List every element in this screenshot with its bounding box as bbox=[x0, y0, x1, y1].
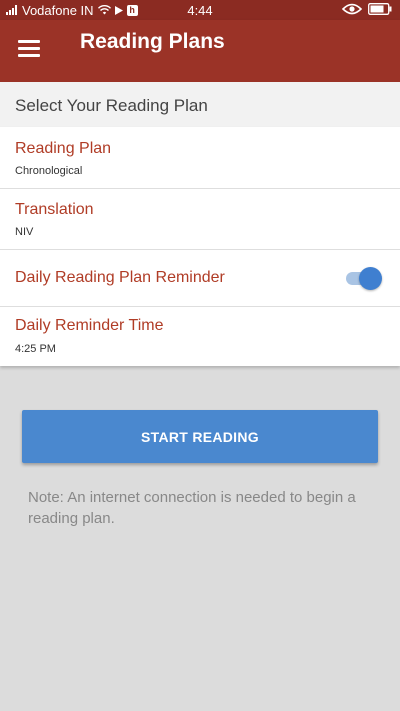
status-right bbox=[341, 0, 392, 20]
translation-label: Translation bbox=[15, 201, 94, 218]
carrier-name: Vodafone IN bbox=[22, 2, 94, 18]
reading-plan-label: Reading Plan bbox=[15, 140, 112, 157]
reminder-time-value: 4:25 PM bbox=[15, 343, 56, 355]
translation-value: NIV bbox=[15, 226, 34, 238]
status-left: Vodafone IN h bbox=[6, 3, 176, 18]
reminder-toggle[interactable] bbox=[344, 266, 382, 290]
reminder-time-row[interactable]: Daily Reminder Time 4:25 PM bbox=[0, 307, 400, 366]
wifi-icon bbox=[97, 3, 111, 18]
start-reading-button[interactable]: START READING bbox=[22, 410, 378, 463]
app-badge-icon: h bbox=[126, 4, 138, 16]
settings-list: Reading Plan Chronological Translation N… bbox=[0, 127, 400, 366]
reminder-time-label: Daily Reminder Time bbox=[15, 317, 164, 334]
eye-icon bbox=[341, 3, 363, 18]
reminder-label: Daily Reading Plan Reminder bbox=[15, 269, 225, 286]
reading-plan-value: Chronological bbox=[15, 165, 83, 177]
hamburger-menu-icon[interactable] bbox=[18, 40, 42, 60]
reminder-row: Daily Reading Plan Reminder bbox=[0, 250, 400, 307]
battery-icon bbox=[368, 2, 392, 18]
play-icon bbox=[114, 3, 123, 18]
signal-icon bbox=[6, 3, 18, 18]
page-title: Reading Plans bbox=[80, 30, 225, 53]
translation-row[interactable]: Translation NIV bbox=[0, 189, 400, 250]
reading-plan-row[interactable]: Reading Plan Chronological bbox=[0, 127, 400, 189]
app-bar: Reading Plans bbox=[0, 20, 400, 82]
status-bar: Vodafone IN h 4:44 bbox=[0, 0, 400, 20]
toggle-knob bbox=[359, 267, 382, 290]
section-header: Select Your Reading Plan bbox=[0, 82, 400, 127]
internet-note: Note: An internet connection is needed t… bbox=[28, 489, 356, 527]
